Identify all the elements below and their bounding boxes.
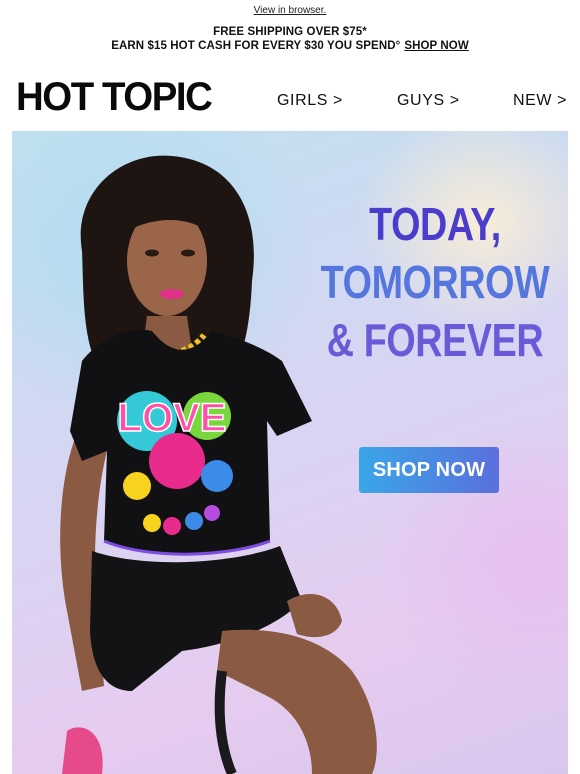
nav-new-link[interactable]: NEW > xyxy=(513,92,567,110)
free-shipping-text: FREE SHIPPING OVER $75* xyxy=(213,26,367,38)
nav-guys-link[interactable]: GUYS > xyxy=(397,92,460,110)
top-navigation: HOT TOPIC GIRLS > GUYS > NEW > xyxy=(0,74,580,130)
headline-line-1: TODAY, xyxy=(369,198,501,250)
promo-banner: FREE SHIPPING OVER $75* EARN $15 HOT CAS… xyxy=(0,25,580,53)
hero-banner[interactable]: LOVE TODAY, TOMORROW & FOREVER SHOP NOW xyxy=(12,131,568,774)
hero-shop-now-button[interactable]: SHOP NOW xyxy=(359,447,499,493)
hot-cash-line: EARN $15 HOT CASH FOR EVERY $30 YOU SPEN… xyxy=(0,39,580,53)
headline-line-2: TOMORROW xyxy=(320,256,550,308)
hero-headline: TODAY, TOMORROW & FOREVER xyxy=(312,195,558,369)
hand xyxy=(287,593,342,638)
view-in-browser-link[interactable]: View in browser. xyxy=(254,5,327,16)
nav-girls-link[interactable]: GIRLS > xyxy=(277,92,343,110)
promo-shop-now-link[interactable]: SHOP NOW xyxy=(404,40,468,52)
hot-topic-logo[interactable]: HOT TOPIC xyxy=(16,77,213,117)
svg-text:LOVE: LOVE xyxy=(118,396,227,440)
hot-cash-text: EARN $15 HOT CASH FOR EVERY $30 YOU SPEN… xyxy=(111,40,401,52)
leg xyxy=(217,629,377,774)
preheader: View in browser. xyxy=(0,0,580,16)
headline-line-3: & FOREVER xyxy=(326,314,544,366)
